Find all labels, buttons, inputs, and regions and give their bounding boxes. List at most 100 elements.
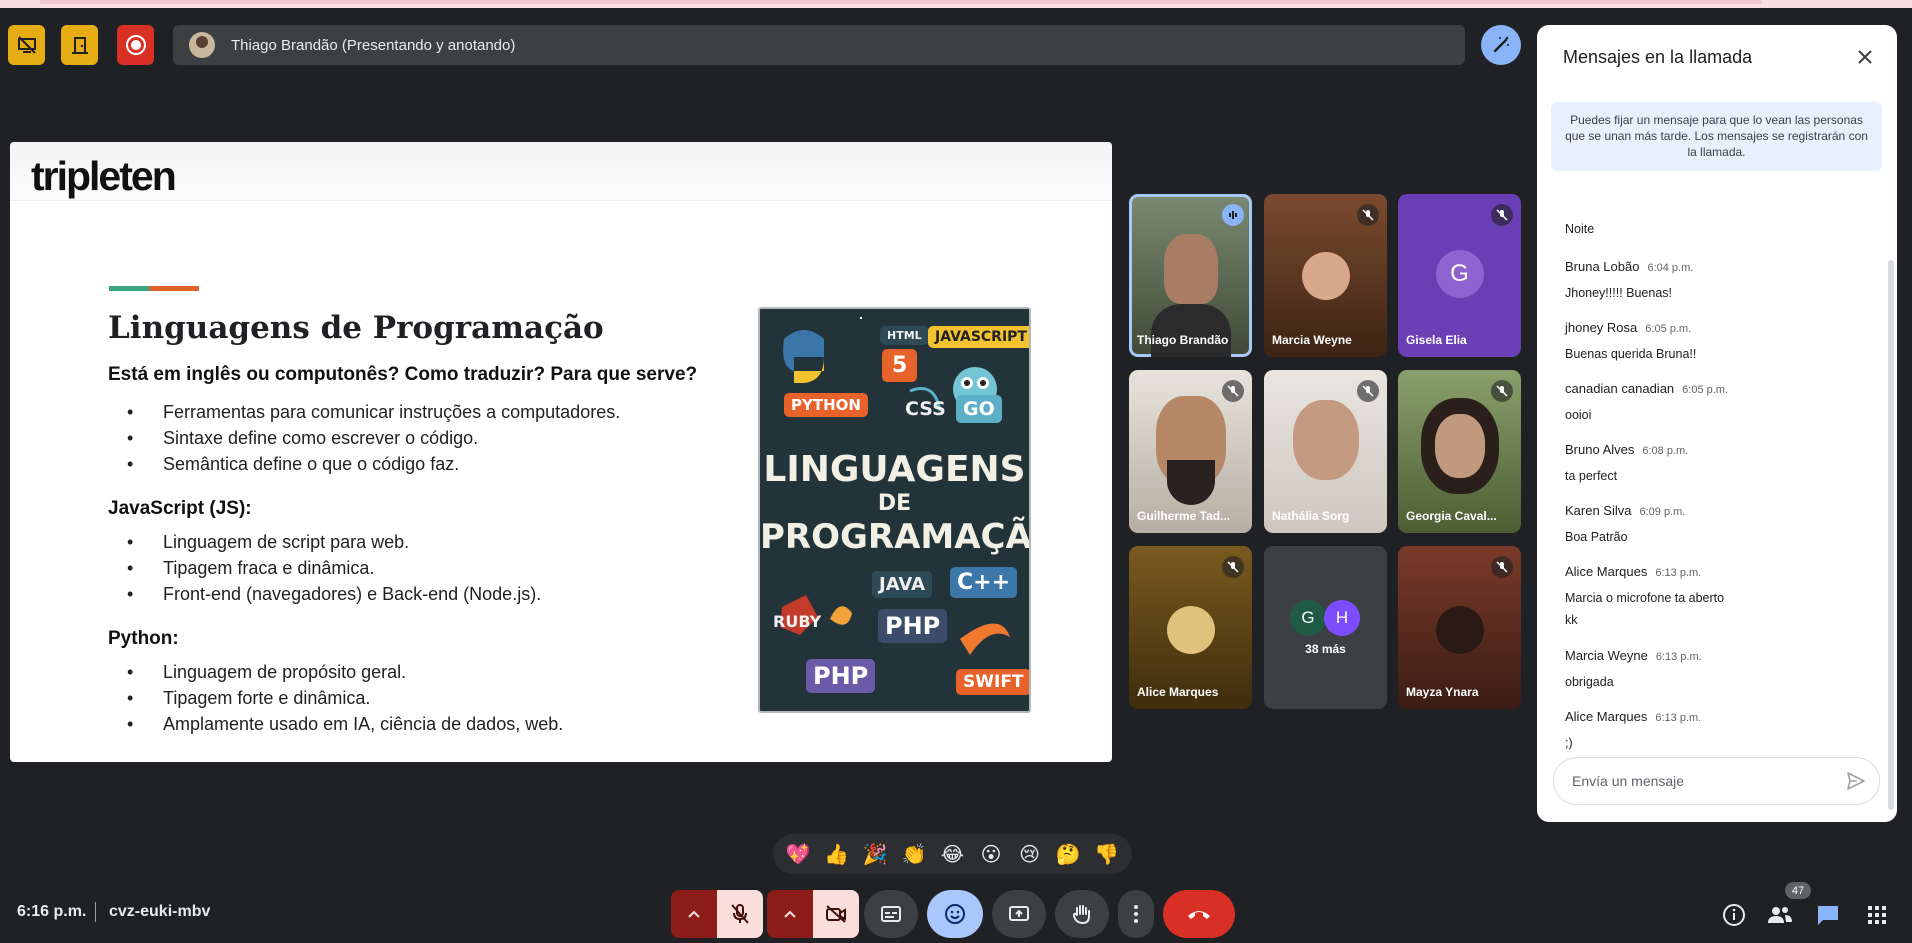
poster-tag-php: PHP xyxy=(878,609,948,643)
close-icon xyxy=(1858,50,1872,64)
message-author: Alice Marques xyxy=(1565,564,1648,579)
slide-header xyxy=(10,142,1112,201)
message-time: 6:05 p.m. xyxy=(1645,323,1692,335)
door-button[interactable] xyxy=(61,25,98,65)
hang-up-icon xyxy=(1188,911,1210,919)
js-heading: JavaScript (JS): xyxy=(108,498,252,519)
reaction-sad[interactable]: 😢 xyxy=(1014,842,1046,866)
tripleten-logo: tripleten xyxy=(31,153,177,199)
raise-hand-button[interactable] xyxy=(1055,890,1109,938)
info-icon xyxy=(1723,904,1745,926)
microphone-button[interactable] xyxy=(717,890,763,938)
message-text: obrigada xyxy=(1565,675,1614,689)
python-heading: Python: xyxy=(108,628,179,649)
title-accent-line xyxy=(109,286,199,291)
muted-mic-icon xyxy=(1491,204,1513,226)
intro-bullets: Ferramentas para comunicar instruções a … xyxy=(127,399,620,477)
participant-name: Mayza Ynara xyxy=(1406,685,1479,699)
camera-button[interactable] xyxy=(813,890,859,938)
hand-icon xyxy=(1072,905,1090,925)
chat-message: jhoney Rosa 6:05 p.m. Buenas querida Brun… xyxy=(1565,320,1696,365)
chat-message: Alice Marques 6:13 p.m. Marcia o microfon… xyxy=(1565,564,1724,631)
message-time: 6:13 p.m. xyxy=(1655,712,1702,724)
python-bullets: Linguagem de propósito geral. Tipagem fo… xyxy=(127,659,563,737)
participant-tile[interactable]: Marcia Weyne xyxy=(1264,194,1387,357)
poster-tag-javascript: JAVASCRIPT xyxy=(928,326,1029,348)
message-time: 6:13 p.m. xyxy=(1655,567,1702,579)
message-author: canadian canadian xyxy=(1565,381,1675,396)
chat-input-box[interactable] xyxy=(1553,757,1880,805)
chat-scrollbar[interactable] xyxy=(1888,260,1894,810)
reaction-clap[interactable]: 👏 xyxy=(898,842,930,866)
reaction-thumbs-down[interactable]: 👎 xyxy=(1091,842,1123,866)
more-options-button[interactable] xyxy=(1118,890,1154,938)
message-author: Alice Marques xyxy=(1565,709,1648,724)
list-item: Tipagem fraca e dinâmica. xyxy=(127,555,541,581)
reaction-thumbs-up[interactable]: 👍 xyxy=(821,842,853,866)
participant-video xyxy=(1163,234,1218,304)
participant-count-badge: 47 xyxy=(1785,882,1811,899)
participant-initial-avatar: G xyxy=(1435,250,1484,298)
message-time: 6:05 p.m. xyxy=(1682,384,1729,396)
leave-call-button[interactable] xyxy=(1163,890,1235,938)
message-text: Boa Patrão xyxy=(1565,530,1628,544)
reactions-bar: 💖 👍 🎉 👏 😂 😮 😢 🤔 👎 xyxy=(773,834,1132,874)
video-options-button[interactable] xyxy=(767,890,813,938)
participant-video xyxy=(1292,400,1359,480)
participant-tile[interactable]: Thiago Brandão xyxy=(1129,194,1252,357)
participant-tile[interactable]: Alice Marques xyxy=(1129,546,1252,709)
chat-message: Noite xyxy=(1565,218,1594,240)
participant-tile[interactable]: Nathália Sorg xyxy=(1264,370,1387,533)
people-button[interactable] xyxy=(1767,902,1793,928)
participant-tile[interactable]: Georgia Caval... xyxy=(1398,370,1521,533)
annotate-button[interactable] xyxy=(1481,25,1521,65)
message-input[interactable] xyxy=(1570,772,1834,790)
close-chat-button[interactable] xyxy=(1853,45,1877,69)
captions-button[interactable] xyxy=(864,890,918,938)
reaction-thinking[interactable]: 🤔 xyxy=(1052,842,1084,866)
list-item: Linguagem de propósito geral. xyxy=(127,659,563,685)
message-time: 6:09 p.m. xyxy=(1639,506,1686,518)
muted-mic-icon xyxy=(1491,556,1513,578)
meeting-info-button[interactable] xyxy=(1721,902,1747,928)
more-count-label: 38 más xyxy=(1305,642,1346,656)
reaction-heart[interactable]: 💖 xyxy=(782,842,814,866)
poster-tag-swift: SWIFT xyxy=(956,669,1029,695)
list-item: Front-end (navegadores) e Back-end (Node… xyxy=(127,581,541,607)
present-icon xyxy=(1009,906,1029,921)
meeting-code: cvz-euki-mbv xyxy=(109,903,211,920)
poster-tag-python: PYTHON xyxy=(784,393,868,417)
record-icon xyxy=(125,35,146,55)
mic-off-icon xyxy=(731,904,749,924)
list-item: Amplamente usado em IA, ciência de dados… xyxy=(127,711,563,737)
muted-mic-icon xyxy=(1222,380,1244,402)
poster-tag-go: GO xyxy=(956,395,1002,423)
send-button[interactable] xyxy=(1845,770,1867,797)
participant-tile[interactable]: Mayza Ynara xyxy=(1398,546,1521,709)
message-text: kk xyxy=(1565,613,1578,627)
message-author: Karen Silva xyxy=(1565,503,1632,518)
participant-tile[interactable]: Guilherme Tad... xyxy=(1129,370,1252,533)
presenter-bar[interactable]: Thiago Brandão (Presentando y anotando) xyxy=(173,25,1465,65)
present-screen-button[interactable] xyxy=(992,890,1046,938)
participant-tile[interactable]: G Gisela Elia xyxy=(1398,194,1521,357)
audio-options-button[interactable] xyxy=(671,890,717,938)
chat-icon xyxy=(1818,906,1838,925)
chat-button[interactable] xyxy=(1815,902,1841,928)
muted-mic-icon xyxy=(1357,204,1379,226)
presentation-off-button[interactable] xyxy=(8,25,45,65)
message-text: ;) xyxy=(1565,736,1573,750)
js-bullets: Linguagem de script para web. Tipagem fr… xyxy=(127,529,541,607)
reaction-surprised[interactable]: 😮 xyxy=(975,842,1007,866)
emoji-reactions-button[interactable] xyxy=(927,890,983,938)
more-participants-tile[interactable]: G H 38 más xyxy=(1264,546,1387,709)
message-text: Buenas querida Bruna!! xyxy=(1565,347,1697,361)
pin-message-note: Puedes fijar un mensaje para que lo vean… xyxy=(1551,102,1882,171)
poster-title-line1: LINGUAGENS xyxy=(763,449,1026,490)
apps-grid-icon xyxy=(1868,906,1886,924)
door-icon xyxy=(71,37,88,54)
activities-button[interactable] xyxy=(1864,902,1890,928)
recording-button[interactable] xyxy=(117,25,154,65)
reaction-laugh[interactable]: 😂 xyxy=(936,842,968,866)
reaction-party[interactable]: 🎉 xyxy=(859,842,891,866)
